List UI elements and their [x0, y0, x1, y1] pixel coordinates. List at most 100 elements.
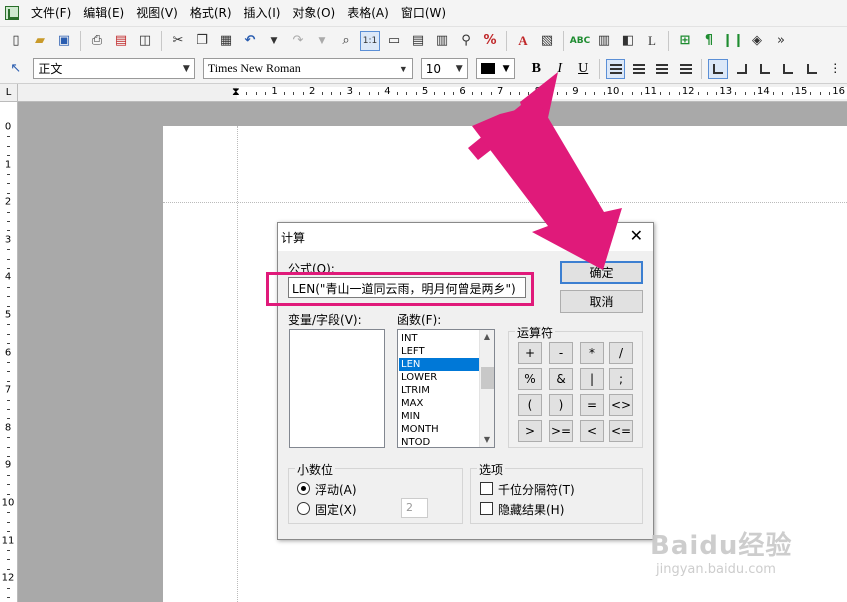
- undo-icon[interactable]: ↶: [240, 31, 260, 51]
- align-center-button[interactable]: [629, 59, 648, 79]
- style-select[interactable]: 正文 ▼: [33, 58, 195, 79]
- tab-decimal-button[interactable]: [779, 59, 798, 79]
- view-mode-4-icon[interactable]: ▥: [432, 31, 452, 51]
- function-item[interactable]: INT: [399, 332, 479, 345]
- operator-less-equal-button[interactable]: <=: [609, 420, 633, 442]
- copy-icon[interactable]: ❐: [192, 31, 212, 51]
- operator-greater-equal-button[interactable]: >=: [549, 420, 573, 442]
- menu-format[interactable]: 格式(R): [184, 0, 238, 26]
- new-document-icon[interactable]: ▯: [6, 31, 26, 51]
- view-mode-2-icon[interactable]: ▭: [384, 31, 404, 51]
- insert-text-icon[interactable]: A: [513, 31, 533, 51]
- functions-list[interactable]: INT LEFT LEN LOWER LTRIM MAX MIN MONTH N…: [397, 329, 495, 448]
- print-icon[interactable]: ⎙: [87, 31, 107, 51]
- cut-icon[interactable]: ✂: [168, 31, 188, 51]
- menu-object[interactable]: 对象(O): [286, 0, 341, 26]
- percent-zoom-icon[interactable]: %: [480, 31, 500, 51]
- columns-icon[interactable]: ❙❙: [722, 31, 744, 51]
- font-select[interactable]: Times New Roman ▼: [202, 58, 413, 79]
- underline-button[interactable]: U: [573, 59, 592, 79]
- vertical-ruler[interactable]: 0 1 2 3 4 5 6 7 8 9 10 11 12: [0, 102, 18, 602]
- text-frame-icon[interactable]: L: [642, 31, 662, 51]
- function-item[interactable]: LOWER: [399, 371, 479, 384]
- menu-edit[interactable]: 编辑(E): [77, 0, 130, 26]
- operator-equals-button[interactable]: =: [580, 394, 604, 416]
- view-mode-3-icon[interactable]: ▤: [408, 31, 428, 51]
- close-icon[interactable]: ✕: [630, 226, 643, 245]
- float-radio[interactable]: [297, 482, 310, 495]
- function-item[interactable]: LTRIM: [399, 384, 479, 397]
- scroll-down-icon[interactable]: ▼: [480, 433, 494, 447]
- operator-close-paren-button[interactable]: ): [549, 394, 573, 416]
- float-option-label[interactable]: 浮动(A): [315, 481, 357, 498]
- spellcheck-icon[interactable]: ABC: [570, 31, 590, 51]
- function-item[interactable]: MIN: [399, 410, 479, 423]
- redo-icon[interactable]: ↷: [288, 31, 308, 51]
- operator-minus-button[interactable]: -: [549, 342, 573, 364]
- ok-button[interactable]: 确定: [560, 261, 643, 284]
- thousands-separator-checkbox[interactable]: [480, 482, 493, 495]
- open-folder-icon[interactable]: ▰: [30, 31, 50, 51]
- operator-divide-button[interactable]: /: [609, 342, 633, 364]
- insert-field-icon[interactable]: ▧: [537, 31, 557, 51]
- hide-result-checkbox[interactable]: [480, 502, 493, 515]
- fixed-option-label[interactable]: 固定(X): [315, 501, 357, 518]
- menu-insert[interactable]: 插入(I): [238, 0, 287, 26]
- paragraph-icon[interactable]: ¶: [699, 31, 719, 51]
- operator-greater-button[interactable]: >: [518, 420, 542, 442]
- bold-button[interactable]: B: [527, 59, 546, 79]
- print-preview-icon[interactable]: ◫: [135, 31, 155, 51]
- layers-icon[interactable]: ◈: [747, 31, 767, 51]
- menu-window[interactable]: 窗口(W): [395, 0, 452, 26]
- decimal-places-input[interactable]: 2: [401, 498, 428, 518]
- functions-scrollbar[interactable]: ▲ ▼: [479, 330, 494, 447]
- function-item[interactable]: MAX: [399, 397, 479, 410]
- horizontal-ruler[interactable]: ⧗ 1 2 3 4 5 6 7 8 9 10 11 12 13 14 15 16: [18, 84, 847, 102]
- save-icon[interactable]: ▣: [54, 31, 74, 51]
- object-icon[interactable]: ⊞: [675, 31, 695, 51]
- operator-semicolon-button[interactable]: ;: [609, 368, 633, 390]
- ruler-corner[interactable]: L: [0, 84, 18, 102]
- find-icon[interactable]: ⌕: [336, 31, 356, 51]
- tab-bar-button[interactable]: [802, 59, 821, 79]
- scroll-up-icon[interactable]: ▲: [480, 330, 494, 344]
- function-item[interactable]: MONTH: [399, 423, 479, 436]
- operator-multiply-button[interactable]: *: [580, 342, 604, 364]
- zoom-icon[interactable]: ⚲: [456, 31, 476, 51]
- align-left-button[interactable]: [605, 58, 626, 79]
- operator-or-button[interactable]: |: [580, 368, 604, 390]
- scroll-thumb[interactable]: [481, 367, 494, 389]
- view-mode-1-icon[interactable]: 1:1: [360, 30, 380, 51]
- more-format-button[interactable]: ⋮: [826, 59, 845, 79]
- cancel-button[interactable]: 取消: [560, 290, 643, 313]
- frame-icon[interactable]: ◧: [618, 31, 638, 51]
- function-item[interactable]: NTOD: [399, 436, 479, 449]
- undo-dropdown-icon[interactable]: ▼: [264, 31, 284, 51]
- chart-icon[interactable]: ▥: [594, 31, 614, 51]
- tab-center-button[interactable]: [755, 59, 774, 79]
- tab-right-button[interactable]: [732, 59, 751, 79]
- menu-table[interactable]: 表格(A): [341, 0, 395, 26]
- variables-list[interactable]: [289, 329, 385, 448]
- app-icon[interactable]: [5, 6, 19, 20]
- thousands-separator-label[interactable]: 千位分隔符(T): [498, 481, 575, 498]
- italic-button[interactable]: I: [550, 59, 569, 79]
- export-pdf-icon[interactable]: ▤: [111, 31, 131, 51]
- fixed-radio[interactable]: [297, 502, 310, 515]
- text-color-select[interactable]: ▼: [475, 58, 515, 79]
- font-size-select[interactable]: 10 ▼: [420, 58, 468, 79]
- function-item-selected[interactable]: LEN: [399, 358, 479, 371]
- paste-icon[interactable]: ▦: [216, 31, 236, 51]
- operator-and-button[interactable]: &: [549, 368, 573, 390]
- operator-percent-button[interactable]: %: [518, 368, 542, 390]
- pointer-icon[interactable]: ↖: [6, 59, 25, 79]
- operator-less-button[interactable]: <: [580, 420, 604, 442]
- operator-not-equal-button[interactable]: <>: [609, 394, 633, 416]
- function-item[interactable]: LEFT: [399, 345, 479, 358]
- redo-dropdown-icon[interactable]: ▼: [312, 31, 332, 51]
- tab-left-button[interactable]: [708, 58, 728, 79]
- indent-marker-icon[interactable]: ⧗: [232, 85, 240, 99]
- hide-result-label[interactable]: 隐藏结果(H): [498, 501, 564, 518]
- operator-open-paren-button[interactable]: (: [518, 394, 542, 416]
- operator-plus-button[interactable]: +: [518, 342, 542, 364]
